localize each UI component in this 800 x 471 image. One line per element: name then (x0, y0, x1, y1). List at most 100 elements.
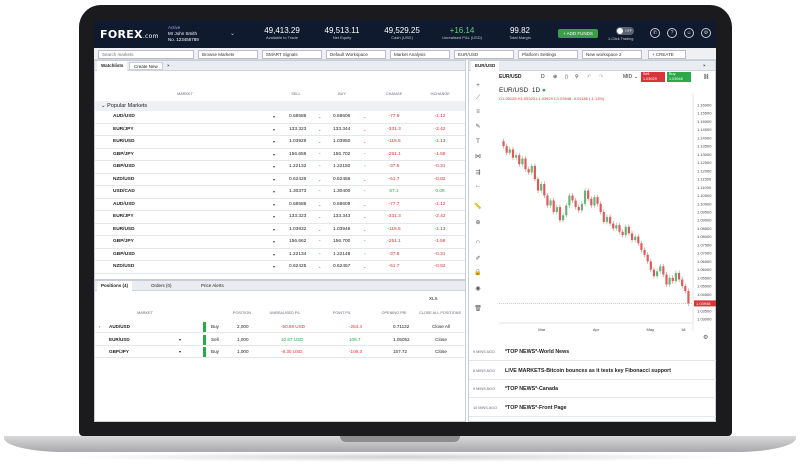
settings-icon[interactable]: ⚙ (701, 28, 711, 38)
market-name[interactable]: EUR/JPY (113, 211, 134, 223)
watchlist-row[interactable]: GBP/JPY ▾ 156.662 ⌃ 156.700 ⌃ -251.1 -1.… (95, 236, 465, 249)
market-name[interactable]: EUR/USD (113, 224, 135, 236)
export-xls-button[interactable]: XLS (429, 296, 438, 301)
buy-price[interactable]: 1.30400 (333, 186, 350, 198)
sell-price[interactable]: 0.68588 (289, 199, 306, 211)
buy-price[interactable]: 133.344 (333, 124, 350, 136)
tab-chart-symbol[interactable]: EUR/USD (471, 61, 500, 71)
buy-price[interactable]: 1.22150 (333, 161, 350, 173)
buy-price[interactable]: 0.68609 (333, 199, 350, 211)
chevron-down-icon[interactable]: ⌄ (634, 71, 638, 83)
buy-price[interactable]: 0.62456 (333, 174, 350, 186)
news-item[interactable]: 11 MINS AGO EXPLAINER-What are stablecoi… (469, 417, 716, 422)
buy-price[interactable]: 133.343 (333, 211, 350, 223)
brush-icon[interactable]: ✎ (472, 123, 484, 133)
magnet-icon[interactable]: ∩ (472, 239, 484, 249)
chart-symbol-select[interactable]: EUR/USD (499, 71, 522, 83)
sell-price[interactable]: 0.62425 (289, 261, 306, 273)
news-headline[interactable]: *TOP NEWS*-World News (505, 343, 569, 361)
chevron-down-icon[interactable]: ▾ (273, 261, 275, 273)
add-funds-button[interactable]: + ADD FUNDS (558, 29, 598, 38)
tab-eur-usd[interactable]: EUR/USD (454, 50, 514, 59)
close-all-button[interactable]: Close All (425, 321, 457, 333)
account-info[interactable]: Active Mr John Smith No. 123456789 (168, 25, 199, 43)
sell-price[interactable]: 133.323 (289, 124, 306, 136)
close-position-button[interactable]: Close (425, 334, 457, 346)
buy-price[interactable]: 156.700 (333, 236, 350, 248)
chevron-down-icon[interactable]: ▾ (179, 346, 181, 358)
tab-new-workspace-2[interactable]: New workspace 2 (582, 50, 642, 59)
market-name[interactable]: GBP/JPY (113, 236, 134, 248)
pencil-lock-icon[interactable]: ✐ (472, 255, 484, 265)
undo-icon[interactable]: ↶ (587, 71, 591, 83)
close-position-button[interactable]: Close (425, 346, 457, 358)
trash-icon[interactable]: 🗑 (472, 305, 484, 315)
watchlist-row[interactable]: EUR/USD ▾ 1.03929 ⌄ 1.03950 ⌄ -118.5 -1.… (95, 136, 465, 149)
sell-price[interactable]: 1.03929 (289, 136, 306, 148)
buy-price[interactable]: 1.22148 (333, 249, 350, 261)
chevron-down-icon[interactable]: ▾ (273, 136, 275, 148)
sell-button[interactable]: Sell 1.03929 (641, 72, 665, 82)
watchlist-row[interactable]: EUR/JPY ▾ 133.323 ⌄ 133.344 ⌄ -331.3 -2.… (95, 124, 465, 136)
sell-price[interactable]: 133.323 (289, 211, 306, 223)
sell-price[interactable]: 0.68588 (289, 111, 306, 123)
chevron-down-icon[interactable]: ▾ (273, 111, 275, 123)
market-name[interactable]: GBP/USD (113, 249, 135, 261)
chevron-down-icon[interactable]: ▾ (273, 224, 275, 236)
watchlist-row[interactable]: EUR/USD ▾ 1.03932 ⌄ 1.03948 ⌄ -118.5 -1.… (95, 224, 465, 236)
search-input[interactable] (98, 50, 194, 59)
chevron-down-icon[interactable]: ▾ (273, 199, 275, 211)
eye-icon[interactable]: ◉ (472, 285, 484, 295)
chart-period-button[interactable]: D (541, 71, 545, 83)
compare-icon[interactable]: ⚲ (575, 71, 579, 83)
market-name[interactable]: AUD/USD (113, 199, 135, 211)
crosshair-icon[interactable]: + (472, 83, 484, 93)
chevron-down-icon[interactable]: ▾ (273, 161, 275, 173)
one-click-toggle[interactable]: OFF (616, 27, 634, 35)
phone-icon[interactable]: ✆ (650, 28, 660, 38)
tab-positions[interactable]: Positions (4) (97, 281, 133, 291)
sell-price[interactable]: 1.30373 (289, 186, 306, 198)
chevron-down-icon[interactable]: ▾ (273, 174, 275, 186)
sell-price[interactable]: 1.03932 (289, 224, 306, 236)
trendline-icon[interactable]: ⟋ (472, 95, 484, 105)
text-icon[interactable]: T (472, 139, 484, 149)
redo-icon[interactable]: ↷ (599, 71, 603, 83)
zoom-icon[interactable]: ⊕ (472, 219, 484, 229)
watchlist-row[interactable]: GBP/JPY ▾ 156.659 ⌃ 156.702 ⌃ -251.1 -1.… (95, 149, 465, 161)
chevron-right-icon[interactable]: › (99, 321, 100, 333)
sell-price[interactable]: 156.659 (289, 149, 306, 161)
watchlist-row[interactable]: AUD/USD ▾ 0.68588 ⌄ 0.68606 ⌄ -77.9 -1.1… (95, 111, 465, 124)
user-icon[interactable]: ☺ (684, 28, 694, 38)
watchlist-row[interactable]: NZD/USD ▾ 0.62425 ⌄ 0.62457 ⌄ -51.7 -0.8… (95, 261, 465, 274)
news-headline[interactable]: *TOP NEWS*-Canada (505, 380, 558, 398)
market-name[interactable]: GBP/USD (113, 161, 135, 173)
create-new-tab-button[interactable]: + CREATE NEW (648, 50, 686, 64)
news-item[interactable]: 9 MINS AGO *TOP NEWS*-Canada (469, 380, 716, 398)
market-name[interactable]: GBP/JPY (113, 149, 134, 161)
watchlist-row[interactable]: EUR/JPY ▾ 133.323 ⌄ 133.343 ⌄ -331.3 -2.… (95, 211, 465, 224)
create-new-watchlist-button[interactable]: Create New (129, 62, 163, 70)
news-item[interactable]: 9 MINS AGO *TOP NEWS*-World News (469, 343, 716, 361)
buy-price[interactable]: 0.62457 (333, 261, 350, 273)
buy-price[interactable]: 1.03948 (333, 224, 350, 236)
position-row[interactable]: GBP/JPY ▾ Buy 1,000 -8.30 USD -106.3 157… (95, 346, 467, 358)
sell-price[interactable]: 156.662 (289, 236, 306, 248)
watchlist-row[interactable]: AUD/USD ▾ 0.68588 ⌄ 0.68609 ⌄ -77.7 -1.1… (95, 199, 465, 211)
buy-button[interactable]: Buy 1.03948 (667, 72, 691, 82)
forecast-icon[interactable]: ⇶ (472, 169, 484, 179)
market-name[interactable]: EUR/JPY (113, 124, 134, 136)
group-popular-markets[interactable]: ⌄ Popular Markets (95, 101, 465, 111)
market-name[interactable]: EUR/USD (113, 136, 135, 148)
chevron-down-icon[interactable]: ▾ (273, 236, 275, 248)
chevron-down-icon[interactable]: ▾ (273, 124, 275, 136)
chevron-down-icon[interactable]: ⌄ (230, 30, 235, 37)
buy-price[interactable]: 0.68606 (333, 111, 350, 123)
chevron-down-icon[interactable]: ▾ (179, 334, 181, 346)
position-row[interactable]: › AUD/USD Buy 2,000 -50.69 USD -254.4 0.… (95, 321, 467, 333)
add-indicator-icon[interactable]: ⊕ (553, 71, 557, 83)
tab-price-alerts[interactable]: Price Alerts (197, 281, 228, 291)
sell-price[interactable]: 1.22134 (289, 249, 306, 261)
watchlist-row[interactable]: GBP/USD ▾ 1.22134 ⌃ 1.22148 ⌃ -37.8 -0.3… (95, 249, 465, 261)
news-headline[interactable]: EXPLAINER-What are stablecoins, the asse… (505, 417, 686, 422)
